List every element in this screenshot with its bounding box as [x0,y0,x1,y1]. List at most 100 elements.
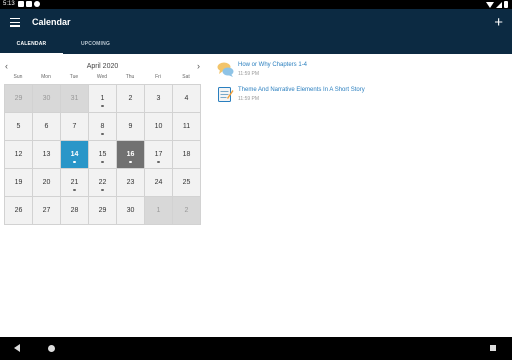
home-icon[interactable] [48,345,55,352]
day-cell[interactable]: 2 [117,85,145,113]
event-dot [101,188,104,191]
event-dot [101,104,104,107]
day-cell[interactable]: 12 [5,141,33,169]
day-cell[interactable]: 26 [5,197,33,225]
day-number: 15 [98,151,107,158]
day-cell[interactable]: 14 [61,141,89,169]
day-number: 30 [126,207,135,214]
weekday-label: Sun [13,74,23,80]
day-cell[interactable]: 15 [89,141,117,169]
day-number: 1 [156,207,161,214]
day-number: 12 [14,151,23,158]
day-cell[interactable]: 1 [145,197,173,225]
day-number: 30 [42,95,51,102]
day-cell[interactable]: 13 [33,141,61,169]
weekday-header: Sun Mon Tue Wed Thu Fri Sat [4,74,201,84]
day-cell[interactable]: 7 [61,113,89,141]
status-time: 5:13 [3,1,15,7]
day-cell[interactable]: 11 [173,113,201,141]
assignment-icon [217,86,234,103]
day-cell[interactable]: 30 [33,85,61,113]
tab-calendar[interactable]: CALENDAR [0,41,63,54]
weekday-label: Thu [125,74,135,80]
day-number: 11 [182,123,191,130]
day-cell[interactable]: 16 [117,141,145,169]
weekday-label: Tue [69,74,79,80]
day-number: 2 [184,207,189,214]
event-title[interactable]: Theme And Narrative Elements In A Short … [238,87,365,93]
day-number: 10 [154,123,163,130]
day-cell[interactable]: 27 [33,197,61,225]
notification-icon [18,1,24,7]
day-cell[interactable]: 22 [89,169,117,197]
day-cell[interactable]: 29 [89,197,117,225]
add-icon[interactable]: + [494,15,503,30]
weekday-label: Sat [182,74,190,80]
event-dot [157,160,160,163]
event-item[interactable]: Theme And Narrative Elements In A Short … [217,85,497,109]
battery-icon [504,1,508,8]
event-list: How or Why Chapters 1-4 11:59 PM Theme And… [217,60,497,110]
day-cell[interactable]: 1 [89,85,117,113]
wifi-icon [486,1,494,8]
day-number: 14 [70,151,79,158]
event-title[interactable]: How or Why Chapters 1-4 [238,62,307,68]
day-cell[interactable]: 8 [89,113,117,141]
day-cell[interactable]: 10 [145,113,173,141]
day-cell[interactable]: 2 [173,197,201,225]
day-cell[interactable]: 5 [5,113,33,141]
day-cell[interactable]: 17 [145,141,173,169]
day-cell[interactable]: 19 [5,169,33,197]
day-cell[interactable]: 23 [117,169,145,197]
calendar-grid: 29 30 31 1 2 3 4 5 6 7 8 9 10 11 12 13 14 15 16 17 18 19 20 21 2… [4,84,201,225]
system-icons [486,1,508,8]
day-cell[interactable]: 3 [145,85,173,113]
day-number: 5 [16,123,21,130]
day-cell[interactable]: 30 [117,197,145,225]
next-month-icon[interactable]: › [197,61,200,71]
recent-apps-icon[interactable] [490,345,496,351]
day-number: 29 [98,207,107,214]
event-time: 11:59 PM [238,71,260,77]
month-title: April 2020 [86,63,119,70]
day-number: 9 [128,123,133,130]
day-cell[interactable]: 20 [33,169,61,197]
day-cell[interactable]: 4 [173,85,201,113]
day-cell[interactable]: 6 [33,113,61,141]
day-cell[interactable]: 18 [173,141,201,169]
discussion-icon [217,61,234,78]
day-number: 7 [72,123,77,130]
day-cell[interactable]: 9 [117,113,145,141]
signal-icon [496,1,502,8]
day-number: 13 [42,151,51,158]
event-dot [73,160,76,163]
menu-icon[interactable] [10,18,20,28]
calendar: ‹ April 2020 › Sun Mon Tue Wed Thu Fri Sat 29 3… [4,60,201,225]
day-number: 16 [126,151,135,158]
weekday-label: Mon [41,74,51,80]
event-dot [101,160,104,163]
tab-upcoming[interactable]: UPCOMING [63,41,128,54]
event-dot [101,132,104,135]
notification-icon [26,1,32,7]
notification-icons [18,1,40,7]
back-icon[interactable] [14,344,20,352]
day-number: 21 [70,179,79,186]
calendar-header: ‹ April 2020 › [4,60,201,74]
day-cell[interactable]: 24 [145,169,173,197]
event-time: 11:59 PM [238,96,260,102]
day-number: 27 [42,207,51,214]
day-number: 17 [154,151,163,158]
day-cell[interactable]: 31 [61,85,89,113]
day-number: 19 [14,179,23,186]
weekday-label: Fri [155,74,161,80]
day-number: 20 [42,179,51,186]
day-number: 1 [100,95,105,102]
day-cell[interactable]: 28 [61,197,89,225]
weekday-label: Wed [96,74,108,80]
day-number: 2 [128,95,133,102]
day-cell[interactable]: 25 [173,169,201,197]
day-cell[interactable]: 21 [61,169,89,197]
event-item[interactable]: How or Why Chapters 1-4 11:59 PM [217,60,497,84]
day-cell[interactable]: 29 [5,85,33,113]
